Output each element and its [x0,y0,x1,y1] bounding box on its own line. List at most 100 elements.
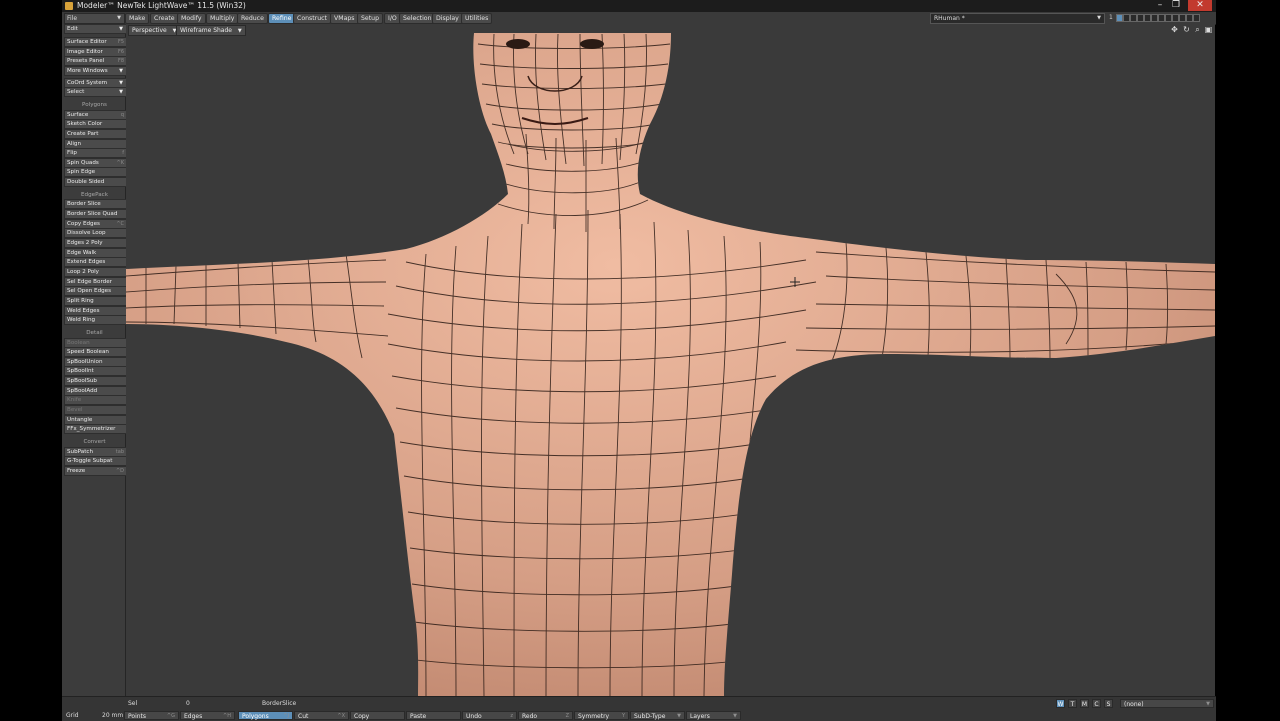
surface-filter-select[interactable]: (none) ▼ [1120,699,1214,708]
copy-button[interactable]: Copy [350,711,405,720]
tool-border-slice[interactable]: Border Slice [64,199,127,210]
maximize-button[interactable]: ❐ [1166,0,1186,11]
tab-reduce[interactable]: Reduce [237,13,268,24]
tool-knife[interactable]: Knife [64,395,127,406]
wtmcs-button-w[interactable]: W [1056,699,1065,708]
tool-select[interactable]: Select ▼ [64,87,127,98]
tool-surface-editor[interactable]: Surface Editor F5 [64,37,127,47]
polygons-button-label: Polygons [242,713,269,720]
tab-modify[interactable]: Modify [177,13,206,24]
layer-slot[interactable] [1144,14,1151,22]
points-button[interactable]: Points ^G [124,711,179,720]
tool-align[interactable]: Align [64,138,127,149]
tool-coord-system[interactable]: CoOrd System ▼ [64,77,127,88]
layers-button[interactable]: Layers ▼ [686,711,741,720]
tool-spboolint[interactable]: SpBoolInt [64,366,127,377]
wtmcs-button-c[interactable]: C [1092,699,1101,708]
tool-g-toggle-subpat[interactable]: G-Toggle Subpat [64,456,127,467]
redo-button[interactable]: Redo Z [518,711,573,720]
tool-copy-edges-label: Copy Edges [67,220,100,227]
tool-spbooladd[interactable]: SpBoolAdd [64,385,127,396]
layer-slot[interactable] [1137,14,1144,22]
tool-weld-ring[interactable]: Weld Ring [64,315,127,326]
subd-type-button[interactable]: SubD-Type ▼ [630,711,685,720]
tool-split-ring[interactable]: Split Ring [64,295,127,306]
rotate-view-icon[interactable]: ↻ [1182,25,1191,34]
paste-button[interactable]: Paste [406,711,461,720]
tool-spboolsub[interactable]: SpBoolSub [64,376,127,387]
tool-ffx-symmetrizer[interactable]: FFx_Symmetrizer [64,424,127,435]
chevron-down-icon: ▼ [1206,701,1210,707]
tool-double-sided[interactable]: Double Sided [64,177,127,188]
layer-slot[interactable] [1116,14,1123,22]
tool-surface[interactable]: Surface q [64,109,127,120]
tab-multiply[interactable]: Multiply [206,13,239,24]
object-layer-select[interactable]: RHuman * ▼ [930,13,1105,24]
tab-refine[interactable]: Refine [268,13,296,24]
tab-construct[interactable]: Construct [293,13,331,24]
layer-slot[interactable] [1179,14,1186,22]
wtmcs-button-s[interactable]: S [1104,699,1113,708]
tool-dissolve-loop[interactable]: Dissolve Loop [64,228,127,239]
tab-vmaps[interactable]: VMaps [330,13,359,24]
tab-display[interactable]: Display [432,13,463,24]
tool-speed-boolean[interactable]: Speed Boolean [64,347,127,358]
tool-flip[interactable]: Flip f [64,148,127,159]
tab-create[interactable]: Create [150,13,179,24]
layer-slot[interactable] [1130,14,1137,22]
wtmcs-button-t[interactable]: T [1068,699,1077,708]
layer-slot[interactable] [1165,14,1172,22]
tool-boolean[interactable]: Boolean [64,337,127,348]
points-button-label: Points [128,713,147,720]
tool-freeze[interactable]: Freeze ^D [64,465,127,476]
wtmcs-button-m[interactable]: M [1080,699,1089,708]
tool-edge-walk[interactable]: Edge Walk [64,247,127,258]
shading-mode-select[interactable]: Wireframe Shade ▼ [176,25,246,36]
view-type-select[interactable]: Perspective ▼ [128,25,181,36]
layer-slot[interactable] [1158,14,1165,22]
cut-button[interactable]: Cut ^X [294,711,349,720]
layer-slot[interactable] [1193,14,1200,22]
tool-border-slice-quad[interactable]: Border Slice Quad [64,209,127,220]
tool-presets-panel[interactable]: Presets Panel F8 [64,56,127,67]
tool-more-windows[interactable]: More Windows ▼ [64,65,127,76]
layer-slot[interactable] [1172,14,1179,22]
tool-sel-edge-border[interactable]: Sel Edge Border [64,276,127,287]
tool-spin-quads[interactable]: Spin Quads ^K [64,157,127,168]
tool-untangle[interactable]: Untangle [64,414,127,425]
tool-weld-edges[interactable]: Weld Edges [64,305,127,316]
tool-image-editor[interactable]: Image Editor F6 [64,46,127,57]
tool-copy-edges[interactable]: Copy Edges ^C [64,218,127,229]
move-view-icon[interactable]: ✥ [1170,25,1179,34]
tool-subpatch[interactable]: SubPatch tab [64,446,127,457]
tab-selection[interactable]: Selection [399,13,436,24]
file-menu[interactable]: File ▼ [64,13,125,24]
tool-sketch-color-label: Sketch Color [67,121,103,128]
tool-loop-2-poly[interactable]: Loop 2 Poly [64,266,127,277]
polygons-button[interactable]: Polygons ^J [238,711,293,720]
tab-setup[interactable]: Setup [357,13,384,24]
tab-make[interactable]: Make [125,13,150,24]
tool-spboolunion[interactable]: SpBoolUnion [64,356,127,367]
tool-spin-edge[interactable]: Spin Edge [64,167,127,178]
maximize-view-icon[interactable]: ▣ [1204,25,1213,34]
close-button[interactable]: ✕ [1188,0,1212,11]
tool-create-part[interactable]: Create Part [64,128,127,139]
zoom-view-icon[interactable]: ⌕ [1193,25,1202,34]
edit-menu[interactable]: Edit ▼ [64,24,127,34]
layer-slot[interactable] [1123,14,1130,22]
human-mesh-model[interactable] [126,24,1215,696]
perspective-viewport[interactable]: Perspective ▼ Wireframe Shade ▼ ✥ ↻ ⌕ ▣ [126,24,1215,696]
tab-utilities[interactable]: Utilities [461,13,493,24]
tool-sel-open-edges[interactable]: Sel Open Edges [64,286,127,297]
tool-edges-2-poly[interactable]: Edges 2 Poly [64,238,127,248]
layer-slot[interactable] [1186,14,1193,22]
tool-surface-editor-label: Surface Editor [67,39,107,45]
tool-bevel[interactable]: Bevel [64,405,127,416]
undo-button[interactable]: Undo z [462,711,517,720]
symmetry-button[interactable]: Symmetry Y [574,711,629,720]
tool-extend-edges[interactable]: Extend Edges [64,257,127,268]
edges-button[interactable]: Edges ^H [180,711,235,720]
layer-slot[interactable] [1151,14,1158,22]
tool-sketch-color[interactable]: Sketch Color [64,119,127,130]
